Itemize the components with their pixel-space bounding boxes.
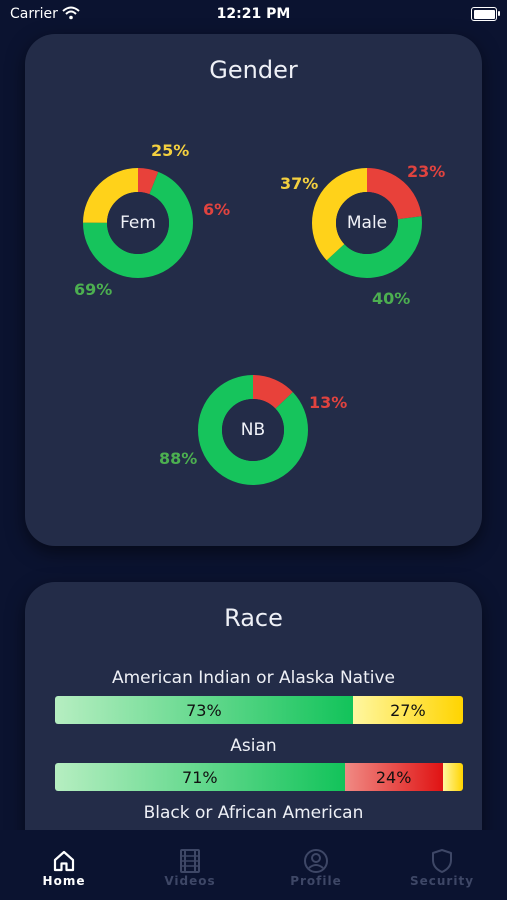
race-label-black: Black or African American [143, 803, 364, 823]
tab-bar: Home Videos Profile Security [0, 830, 507, 900]
race-bar-segment-yellow [442, 763, 463, 791]
status-bar: Carrier 12:21 PM [0, 0, 507, 28]
nb-donut-label: NB [222, 399, 284, 461]
gender-card: Gender Fem 25% 6% 69% Male 37% 23% 40% N… [25, 34, 482, 546]
nb-green-pct: 88% [159, 449, 198, 468]
race-label-american-indian: American Indian or Alaska Native [111, 668, 396, 688]
male-donut-label: Male [336, 192, 398, 254]
tab-security-label: Security [409, 874, 475, 888]
fem-green-pct: 69% [74, 280, 113, 299]
battery-icon [471, 7, 500, 21]
home-icon [49, 848, 79, 874]
race-bar-segment-red: 24% [344, 763, 443, 791]
race-label-asian: Asian [230, 736, 277, 756]
race-title: Race [224, 604, 283, 632]
fem-red-pct: 6% [203, 200, 231, 219]
fem-donut-label: Fem [107, 192, 169, 254]
shield-icon [427, 848, 457, 874]
film-icon [175, 848, 205, 874]
tab-home-label: Home [42, 874, 86, 888]
fem-yellow-pct: 25% [151, 141, 190, 160]
clock: 12:21 PM [216, 6, 291, 22]
male-red-pct: 23% [407, 162, 446, 181]
tab-profile[interactable]: Profile [253, 830, 379, 900]
nb-red-pct: 13% [309, 393, 348, 412]
user-circle-icon [301, 848, 331, 874]
race-bar-segment-yellow: 27% [352, 696, 463, 724]
race-bar-segment-green: 73% [55, 696, 353, 724]
tab-videos[interactable]: Videos [127, 830, 253, 900]
tab-videos-label: Videos [164, 874, 216, 888]
race-bar-american-indian: 73% 27% [55, 696, 463, 724]
tab-security[interactable]: Security [379, 830, 505, 900]
gender-title: Gender [209, 56, 298, 84]
male-green-pct: 40% [372, 289, 411, 308]
tab-profile-label: Profile [290, 874, 342, 888]
tab-home[interactable]: Home [1, 830, 127, 900]
race-bar-segment-green: 71% [55, 763, 345, 791]
race-bar-asian: 71% 24% [55, 763, 463, 791]
male-yellow-pct: 37% [280, 174, 319, 193]
